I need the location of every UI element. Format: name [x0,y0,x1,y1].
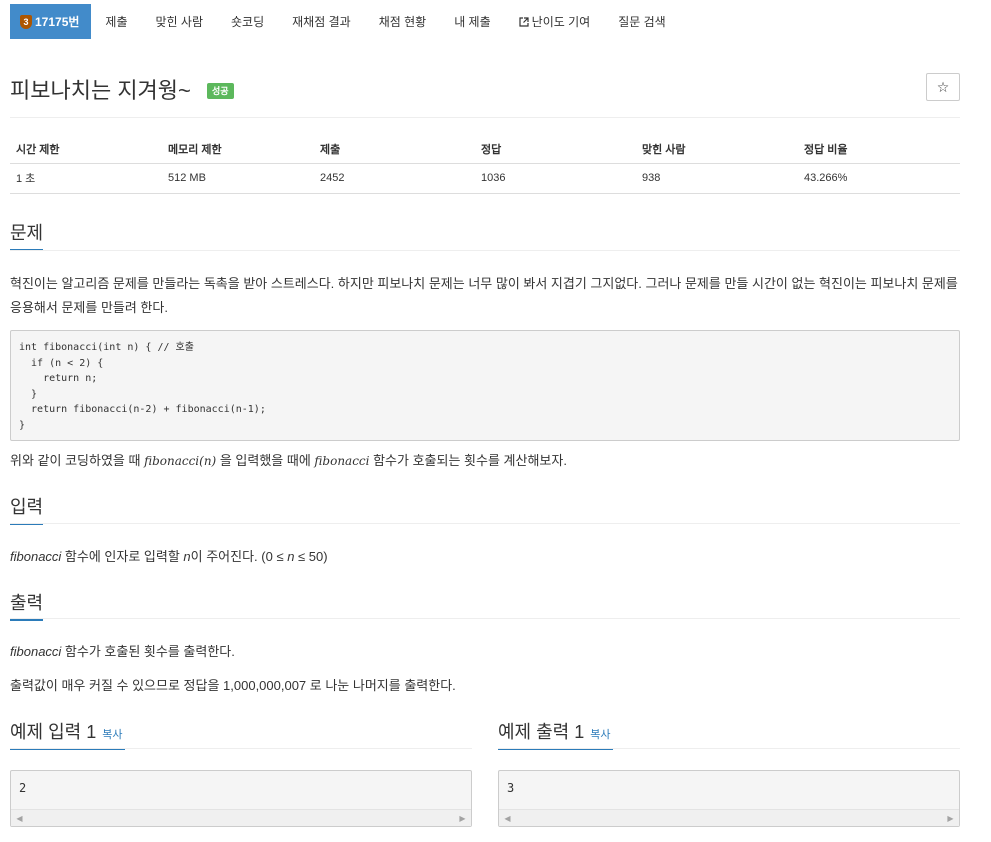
followup-mid: 을 입력했을 때에 [216,453,315,468]
tab-rejudge-result-label: 재채점 결과 [292,15,351,29]
status-badge: 성공 [207,83,234,99]
input-var-n: n [183,549,191,564]
header-accept-ratio: 정답 비율 [798,135,960,164]
tab-question-search-label: 질문 검색 [618,15,666,29]
sample-input-value: 2 [19,781,27,795]
description-heading: 문제 [10,219,44,251]
math-fibonacci-n: fibonacci(n) [144,454,217,468]
problem-page: 3 17175번 제출 맞힌 사람 숏코딩 재채점 결과 채점 현황 내 제출 … [0,0,991,842]
problem-title: 피보나치는 지겨웡~ [10,78,191,103]
output-heading-text: 출력 [10,593,44,613]
external-link-icon [519,16,529,27]
value-submissions: 2452 [314,163,475,194]
code-block: int fibonacci(int n) { // 호출 if (n < 2) … [10,330,960,441]
sample-input-heading-text: 예제 입력 1 [10,722,97,742]
output-text-line2: 출력값이 매우 커질 수 있으므로 정답을 1,000,000,007 로 나눈… [10,678,456,693]
output-text-line1: fibonacci 함수가 호출된 횟수를 출력한다. [10,640,962,664]
tab-short-coding[interactable]: 숏코딩 [217,4,278,39]
tier-badge-icon: 3 [20,14,32,29]
info-table-header-row: 시간 제한 메모리 제한 제출 정답 맞힌 사람 정답 비율 [10,135,960,164]
header-memory-limit: 메모리 제한 [162,135,314,164]
input-em-fibonacci: fibonacci [10,549,62,564]
sample-input-box: 2 ◀ ▶ [10,770,472,827]
followup-suffix: 함수가 호출되는 횟수를 계산해보자. [369,453,567,468]
horizontal-scrollbar[interactable]: ◀ ▶ [499,809,959,826]
description-text: 혁진이는 알고리즘 문제를 만들라는 독촉을 받아 스트레스다. 하지만 피보나… [10,276,958,315]
copy-sample-input-button[interactable]: 복사 [102,729,122,741]
sample-output-heading: 예제 출력 1 복사 [498,718,613,750]
tab-question-search[interactable]: 질문 검색 [604,4,680,39]
followup-prefix: 위와 같이 코딩하였을 때 [10,453,145,468]
header-time-limit: 시간 제한 [10,135,162,164]
output-line1-rest: 함수가 호출된 횟수를 출력한다. [61,644,235,659]
value-accept-ratio: 43.266% [798,163,960,194]
tab-difficulty-contribution[interactable]: 난이도 기여 [505,4,605,39]
header-submissions: 제출 [314,135,475,164]
math-fibonacci: fibonacci [314,454,370,468]
tab-status[interactable]: 채점 현황 [365,4,441,39]
problem-info-table: 시간 제한 메모리 제한 제출 정답 맞힌 사람 정답 비율 1 초 512 M… [10,135,960,194]
output-heading: 출력 [10,589,44,621]
heading-underline [10,619,43,621]
input-heading: 입력 [10,493,44,525]
problem-header: 피보나치는 지겨웡~ 성공 ☆ [10,70,960,106]
section-divider [10,250,960,251]
tab-submit-label: 제출 [105,15,128,29]
info-table-value-row: 1 초 512 MB 2452 1036 938 43.266% [10,163,960,194]
value-memory-limit: 512 MB [162,163,314,194]
value-time-limit: 1 초 [10,163,162,194]
copy-sample-output-button[interactable]: 복사 [590,729,610,741]
tab-solved-users-label: 맞힌 사람 [155,15,204,29]
horizontal-scrollbar[interactable]: ◀ ▶ [11,809,471,826]
section-divider [10,618,960,619]
description-heading-text: 문제 [10,223,44,243]
sample-output-value: 3 [507,781,515,795]
scroll-right-icon[interactable]: ▶ [454,810,471,826]
tab-submit[interactable]: 제출 [91,4,141,39]
sample-output-box: 3 ◀ ▶ [498,770,960,827]
header-accepted: 정답 [475,135,636,164]
sample-output-heading-text: 예제 출력 1 [498,722,585,742]
tab-my-submissions[interactable]: 내 제출 [440,4,504,39]
problem-menu: 3 17175번 제출 맞힌 사람 숏코딩 재채점 결과 채점 현황 내 제출 … [10,4,680,39]
section-divider [498,748,960,749]
sample-input-heading: 예제 입력 1 복사 [10,718,125,750]
tab-solved-users[interactable]: 맞힌 사람 [142,4,218,39]
scroll-right-icon[interactable]: ▶ [942,810,959,826]
input-text: fibonacci 함수에 인자로 입력할 n이 주어진다. (0 ≤ n ≤ … [10,545,962,569]
tab-difficulty-contribution-label: 난이도 기여 [531,15,591,29]
scroll-left-icon[interactable]: ◀ [11,810,28,826]
input-rest: 이 주어진다. (0 ≤ [190,549,288,564]
input-end: ≤ 50) [294,549,328,564]
input-mid: 함수에 인자로 입력할 [61,549,184,564]
title-divider [10,117,960,118]
tab-status-label: 채점 현황 [378,15,427,29]
header-solved-users: 맞힌 사람 [636,135,798,164]
output-em-fibonacci: fibonacci [10,644,62,659]
input-heading-text: 입력 [10,497,44,517]
favorite-star-button[interactable]: ☆ [926,73,960,101]
section-divider [10,523,960,524]
tab-rejudge-result[interactable]: 재채점 결과 [278,4,365,39]
tab-problem[interactable]: 3 17175번 [10,4,92,39]
tab-my-submissions-label: 내 제출 [454,15,491,29]
description-followup: 위와 같이 코딩하였을 때 fibonacci(n) 을 입력했을 때에 fib… [10,449,962,473]
star-icon: ☆ [936,78,950,95]
tab-problem-label: 17175번 [35,15,80,29]
scroll-left-icon[interactable]: ◀ [499,810,516,826]
value-solved-users: 938 [636,163,798,194]
section-divider [10,748,472,749]
value-accepted: 1036 [475,163,636,194]
tab-short-coding-label: 숏코딩 [231,15,265,29]
